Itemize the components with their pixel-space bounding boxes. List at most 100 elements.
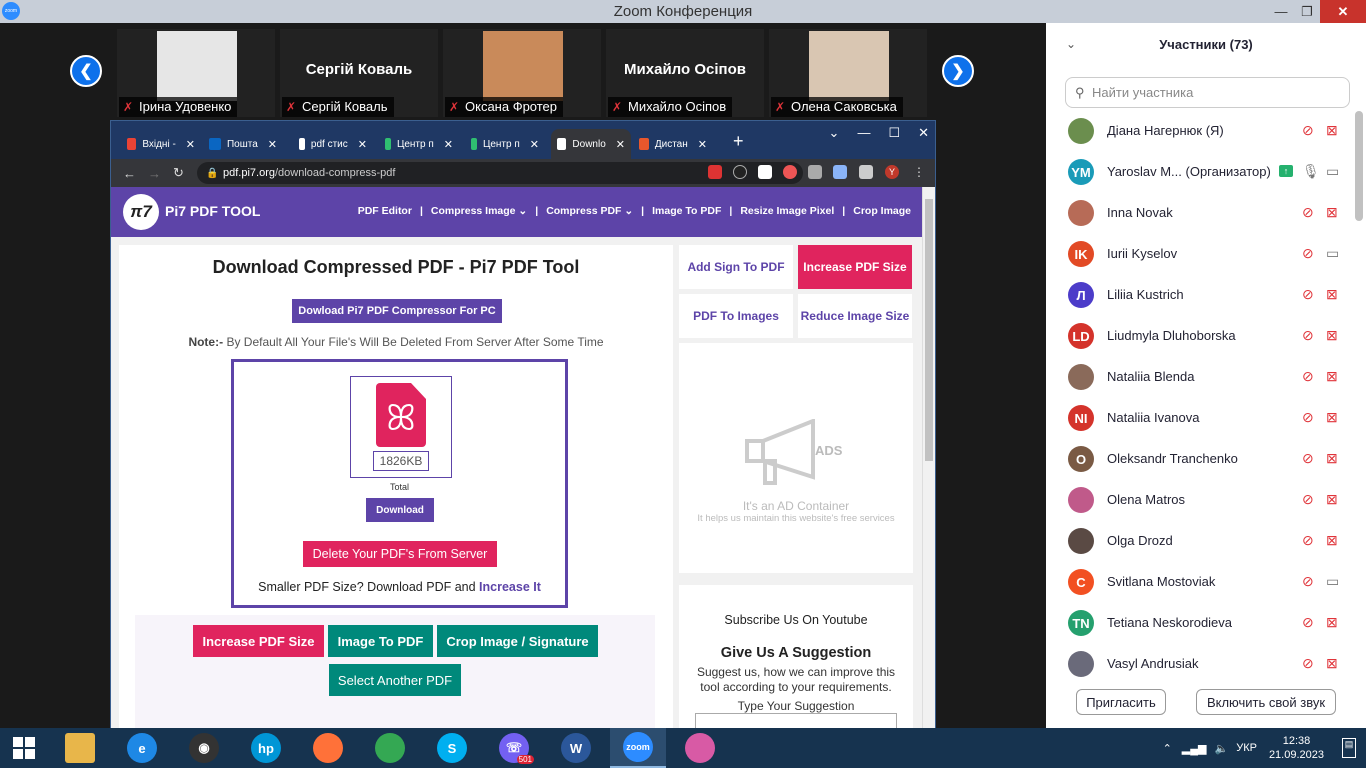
- scrollbar-thumb[interactable]: [925, 199, 933, 461]
- muted-mic-icon[interactable]: ⊘: [1302, 368, 1314, 385]
- site-nav-item[interactable]: Compress Image ⌄: [431, 205, 527, 217]
- taskbar-app[interactable]: hp: [238, 728, 294, 768]
- browser-tab[interactable]: pdf стис ✕: [293, 129, 373, 159]
- tray-expand-icon[interactable]: ⌃: [1163, 742, 1172, 755]
- muted-mic-icon[interactable]: ⊘: [1302, 122, 1314, 139]
- tab-close-icon[interactable]: ✕: [268, 138, 277, 151]
- camera-off-icon[interactable]: ⊠: [1326, 327, 1338, 344]
- muted-mic-icon[interactable]: ⊘: [1302, 573, 1314, 590]
- camera-off-icon[interactable]: ⊠: [1326, 204, 1338, 221]
- camera-off-icon[interactable]: ⊠: [1326, 122, 1338, 139]
- taskbar-app[interactable]: [300, 728, 356, 768]
- participant-list-scrollbar[interactable]: [1355, 111, 1363, 221]
- download-icon[interactable]: [833, 165, 847, 179]
- tab-close-icon[interactable]: ✕: [444, 138, 453, 151]
- muted-mic-icon[interactable]: ⊘: [1302, 532, 1314, 549]
- participant-row[interactable]: Л Liliia Kustrich ⊘ ⊠: [1046, 275, 1356, 316]
- volume-icon[interactable]: 🔈: [1215, 742, 1229, 755]
- browser-tab[interactable]: Downlo ✕: [551, 129, 631, 159]
- taskbar-app[interactable]: S: [424, 728, 480, 768]
- mic-icon[interactable]: 🎙: [1302, 163, 1320, 180]
- browser-close-icon[interactable]: ✕: [918, 125, 929, 141]
- add-sign-button[interactable]: Add Sign To PDF: [679, 245, 793, 289]
- camera-icon[interactable]: ▭: [1326, 245, 1339, 262]
- subscribe-text[interactable]: Subscribe Us On Youtube: [679, 613, 913, 627]
- reduce-image-button[interactable]: Reduce Image Size: [798, 294, 912, 338]
- page-scrollbar[interactable]: [922, 187, 935, 729]
- muted-mic-icon[interactable]: ⊘: [1302, 204, 1314, 221]
- increase-it-link[interactable]: Increase It: [479, 580, 541, 594]
- camera-icon[interactable]: ▭: [1326, 163, 1339, 180]
- download-pc-button[interactable]: Dowload Pi7 PDF Compressor For PC: [292, 299, 502, 323]
- language-indicator[interactable]: УКР: [1236, 742, 1257, 754]
- video-tile[interactable]: Сергій Коваль ✗ Сергій Коваль: [280, 29, 438, 117]
- profile-avatar[interactable]: Y: [885, 165, 899, 179]
- unmute-button[interactable]: Включить свой звук: [1196, 689, 1336, 715]
- camera-off-icon[interactable]: ⊠: [1326, 655, 1338, 672]
- taskbar-app[interactable]: zoom: [610, 728, 666, 768]
- participant-row[interactable]: Nataliia Blenda ⊘ ⊠: [1046, 357, 1356, 398]
- delete-button[interactable]: Delete Your PDF's From Server: [303, 541, 497, 567]
- prev-page-button[interactable]: ❮: [70, 55, 102, 87]
- participant-row[interactable]: Vasyl Andrusiak ⊘ ⊠: [1046, 644, 1356, 678]
- video-tile[interactable]: ✗ Ірина Удовенко: [117, 29, 275, 117]
- minimize-icon[interactable]: —: [1268, 0, 1294, 23]
- participant-row[interactable]: NI Nataliia Ivanova ⊘ ⊠: [1046, 398, 1356, 439]
- site-name[interactable]: Pi7 PDF TOOL: [165, 203, 260, 219]
- muted-mic-icon[interactable]: ⊘: [1302, 614, 1314, 631]
- extension-icon[interactable]: [783, 165, 797, 179]
- reload-icon[interactable]: ↻: [173, 165, 184, 181]
- tab-close-icon[interactable]: ✕: [530, 138, 539, 151]
- participant-row[interactable]: C Svitlana Mostoviak ⊘ ▭: [1046, 562, 1356, 603]
- back-icon[interactable]: ←: [123, 166, 136, 181]
- muted-mic-icon[interactable]: ⊘: [1302, 450, 1314, 467]
- camera-off-icon[interactable]: ⊠: [1326, 286, 1338, 303]
- browser-minimize-icon[interactable]: —: [857, 125, 870, 141]
- site-nav-item[interactable]: PDF Editor: [358, 205, 412, 217]
- participant-row[interactable]: O Oleksandr Tranchenko ⊘ ⊠: [1046, 439, 1356, 480]
- extension-icon[interactable]: [758, 165, 772, 179]
- video-tile[interactable]: ✗ Оксана Фротер: [443, 29, 601, 117]
- menu-dots-icon[interactable]: ⋮: [913, 165, 925, 179]
- browser-tab[interactable]: Центр п ✕: [465, 129, 545, 159]
- next-page-button[interactable]: ❯: [942, 55, 974, 87]
- start-button[interactable]: [0, 728, 48, 768]
- increase-pdf-side-button[interactable]: Increase PDF Size: [798, 245, 912, 289]
- camera-off-icon[interactable]: ⊠: [1326, 614, 1338, 631]
- file-card[interactable]: ꕤ 1826KB: [350, 376, 452, 478]
- participant-row[interactable]: Inna Novak ⊘ ⊠: [1046, 193, 1356, 234]
- extension-icon[interactable]: [708, 165, 722, 179]
- invite-button[interactable]: Пригласить: [1076, 689, 1166, 715]
- taskbar-app[interactable]: [52, 728, 108, 768]
- extension-icon[interactable]: [733, 165, 747, 179]
- taskbar-app[interactable]: W: [548, 728, 604, 768]
- tab-close-icon[interactable]: ✕: [616, 138, 625, 151]
- camera-off-icon[interactable]: ⊠: [1326, 532, 1338, 549]
- browser-tab[interactable]: Пошта ✕: [203, 129, 283, 159]
- suggestion-textarea[interactable]: [695, 713, 897, 729]
- forward-icon[interactable]: →: [148, 166, 161, 181]
- download-button[interactable]: Download: [366, 498, 434, 522]
- muted-mic-icon[interactable]: ⊘: [1302, 327, 1314, 344]
- pdf-to-images-button[interactable]: PDF To Images: [679, 294, 793, 338]
- muted-mic-icon[interactable]: ⊘: [1302, 655, 1314, 672]
- sidepanel-icon[interactable]: [859, 165, 873, 179]
- increase-pdf-size-button[interactable]: Increase PDF Size: [193, 625, 324, 657]
- clock[interactable]: 12:38 21.09.2023: [1269, 734, 1324, 762]
- muted-mic-icon[interactable]: ⊘: [1302, 245, 1314, 262]
- browser-tab[interactable]: Вхідні - ✕: [121, 129, 201, 159]
- new-tab-icon[interactable]: +: [733, 131, 744, 152]
- taskbar-app[interactable]: e: [114, 728, 170, 768]
- participant-row[interactable]: LD Liudmyla Dluhoborska ⊘ ⊠: [1046, 316, 1356, 357]
- camera-off-icon[interactable]: ⊠: [1326, 450, 1338, 467]
- participant-row[interactable]: Olga Drozd ⊘ ⊠: [1046, 521, 1356, 562]
- close-icon[interactable]: ✕: [1320, 0, 1366, 23]
- taskbar-app[interactable]: ☏ 501: [486, 728, 542, 768]
- taskbar-app[interactable]: ◉: [176, 728, 232, 768]
- site-logo[interactable]: π7: [123, 194, 159, 230]
- browser-tab[interactable]: Центр п ✕: [379, 129, 459, 159]
- tab-search-icon[interactable]: ⌄: [829, 125, 840, 141]
- muted-mic-icon[interactable]: ⊘: [1302, 491, 1314, 508]
- taskbar-app[interactable]: [362, 728, 418, 768]
- site-nav-item[interactable]: Crop Image: [853, 205, 911, 217]
